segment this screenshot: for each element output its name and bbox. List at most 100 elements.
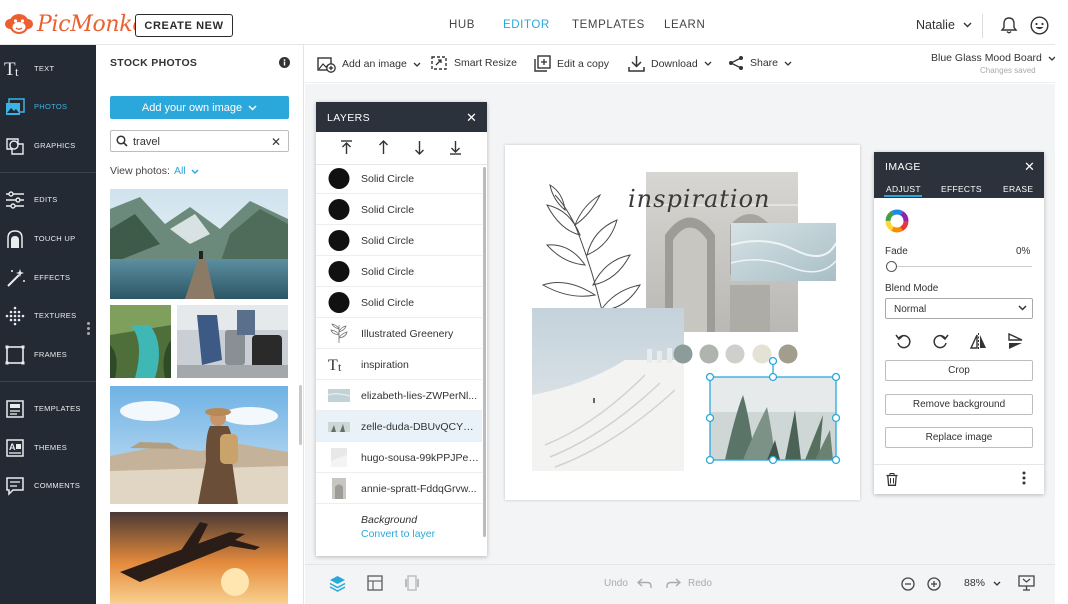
sidebar-item-frames[interactable]: FRAMES <box>0 337 96 375</box>
sidebar-item-graphics[interactable]: GRAPHICS <box>0 128 96 166</box>
flip-horizontal-icon[interactable] <box>970 333 987 350</box>
user-menu[interactable]: Natalie <box>916 18 972 32</box>
layer-row[interactable]: Solid Circle <box>316 225 482 256</box>
svg-text:A: A <box>9 442 16 452</box>
rotate-right-icon[interactable] <box>932 333 949 350</box>
zoom-in-icon[interactable] <box>927 577 941 591</box>
layer-row[interactable]: hugo-sousa-99kPPJPed... <box>316 442 482 473</box>
zoom-out-icon[interactable] <box>901 577 915 591</box>
zoom-value: 88% <box>964 577 986 589</box>
page-view-icon[interactable] <box>405 575 419 591</box>
layers-header[interactable]: LAYERS ✕ <box>316 102 487 132</box>
sidebar-item-edits[interactable]: EDITS <box>0 182 96 220</box>
sidebar-item-textures[interactable]: TEXTURES <box>0 298 96 336</box>
bell-icon[interactable] <box>1000 16 1018 35</box>
sidebar-item-photos[interactable]: PHOTOS <box>0 89 96 127</box>
sidebar-item-templates[interactable]: TEMPLATES <box>0 391 96 429</box>
stock-photo-luggage[interactable] <box>177 305 288 378</box>
layer-row-selected[interactable]: zelle-duda-DBUvQCYN... <box>316 411 482 442</box>
layer-row[interactable]: annie-spratt-FddqGrvw... <box>316 473 482 504</box>
share-button[interactable]: Share <box>728 55 792 71</box>
clear-search-icon[interactable]: ✕ <box>271 135 281 149</box>
sidebar-item-comments[interactable]: COMMENTS <box>0 468 96 506</box>
tab-effects[interactable]: EFFECTS <box>941 184 982 194</box>
sidebar-label: TEXT <box>34 64 55 73</box>
document-title-menu[interactable]: Blue Glass Mood Board <box>931 52 1056 64</box>
crop-button[interactable]: Crop <box>885 360 1033 381</box>
resize-handle <box>768 455 778 465</box>
sidebar-drag-handle[interactable] <box>87 322 90 336</box>
nav-hub[interactable]: HUB <box>449 19 475 31</box>
artboard[interactable]: inspiration <box>505 145 860 500</box>
photo-scrollbar[interactable] <box>299 385 302 445</box>
send-to-back-icon[interactable] <box>449 140 462 155</box>
fade-slider-track[interactable] <box>886 266 1032 267</box>
replace-image-button[interactable]: Replace image <box>885 427 1033 448</box>
sidebar-item-effects[interactable]: EFFECTS <box>0 260 96 298</box>
sidebar-divider <box>0 381 96 382</box>
layer-row[interactable]: Solid Circle <box>316 256 482 287</box>
view-photos-filter[interactable]: View photos: All <box>110 165 199 177</box>
layer-row[interactable]: T t inspiration <box>316 349 482 380</box>
layer-row[interactable]: elizabeth-lies-ZWPerNl... <box>316 380 482 411</box>
bring-to-front-icon[interactable] <box>340 140 353 155</box>
nav-learn[interactable]: LEARN <box>664 19 705 31</box>
chevron-down-icon <box>704 61 712 66</box>
account-face-icon[interactable] <box>1030 16 1049 35</box>
redo-label[interactable]: Redo <box>688 578 712 589</box>
layers-icon[interactable] <box>329 575 346 592</box>
layer-row[interactable]: Illustrated Greenery <box>316 318 482 349</box>
trash-icon[interactable] <box>886 473 898 486</box>
layer-row[interactable]: Solid Circle <box>316 194 482 225</box>
color-wheel-icon[interactable] <box>885 209 909 233</box>
fade-slider-knob[interactable] <box>886 261 897 272</box>
nav-editor[interactable]: EDITOR <box>503 19 550 31</box>
more-options-icon[interactable] <box>1022 471 1026 485</box>
image-thumbnail <box>332 478 346 499</box>
blend-mode-select[interactable]: Normal <box>885 298 1033 319</box>
tab-erase[interactable]: ERASE <box>1003 184 1033 194</box>
edit-copy-label: Edit a copy <box>557 57 609 70</box>
grid-layout-icon[interactable] <box>367 575 383 591</box>
layer-row[interactable]: Solid Circle <box>316 163 482 194</box>
layers-scrollbar[interactable] <box>483 167 486 537</box>
image-panel-header[interactable]: IMAGE ✕ ADJUST EFFECTS ERASE <box>874 152 1044 198</box>
send-backward-icon[interactable] <box>413 140 426 155</box>
stock-photo-airplane-sunset[interactable] <box>110 512 288 604</box>
background-layer-label: Background <box>361 514 418 526</box>
sidebar-item-touch-up[interactable]: TOUCH UP <box>0 221 96 259</box>
convert-to-layer-link[interactable]: Convert to layer <box>361 528 435 540</box>
add-your-own-image-button[interactable]: Add your own image <box>110 96 289 119</box>
edit-a-copy-button[interactable]: Edit a copy <box>534 55 609 72</box>
sidebar-item-themes[interactable]: A THEMES <box>0 430 96 468</box>
close-icon[interactable]: ✕ <box>1024 159 1035 175</box>
info-icon[interactable] <box>279 57 290 68</box>
nav-templates[interactable]: TEMPLATES <box>572 19 645 31</box>
close-icon[interactable]: ✕ <box>466 110 477 126</box>
stock-photo-mountain-lake[interactable] <box>110 189 288 299</box>
undo-icon[interactable] <box>637 577 652 589</box>
create-new-button[interactable]: CREATE NEW <box>135 14 233 37</box>
stock-photo-river-canyon[interactable] <box>110 305 171 378</box>
fit-to-screen-icon[interactable] <box>1018 575 1035 591</box>
stock-photos-panel: STOCK PHOTOS Add your own image ✕ View p… <box>96 45 304 604</box>
smart-resize-button[interactable]: Smart Resize <box>431 55 517 71</box>
flip-vertical-icon[interactable] <box>1007 333 1024 350</box>
water-photo-layer <box>730 223 837 281</box>
bring-forward-icon[interactable] <box>377 140 390 155</box>
zoom-select[interactable]: 88% <box>964 577 1001 589</box>
stock-photo-backpacker[interactable] <box>110 386 288 504</box>
download-button[interactable]: Download <box>628 55 712 72</box>
undo-label[interactable]: Undo <box>604 578 628 589</box>
tab-adjust[interactable]: ADJUST <box>886 184 921 194</box>
search-input[interactable] <box>133 134 263 149</box>
rotate-left-icon[interactable] <box>895 333 912 350</box>
add-image-button[interactable]: Add an image <box>317 55 421 73</box>
active-tab-indicator <box>884 195 922 197</box>
download-icon <box>628 56 645 72</box>
remove-background-button[interactable]: Remove background <box>885 394 1033 415</box>
sidebar-item-text[interactable]: T t TEXT <box>0 51 96 89</box>
layer-row[interactable]: Solid Circle <box>316 287 482 318</box>
redo-icon[interactable] <box>666 577 681 589</box>
header-divider <box>982 14 983 38</box>
